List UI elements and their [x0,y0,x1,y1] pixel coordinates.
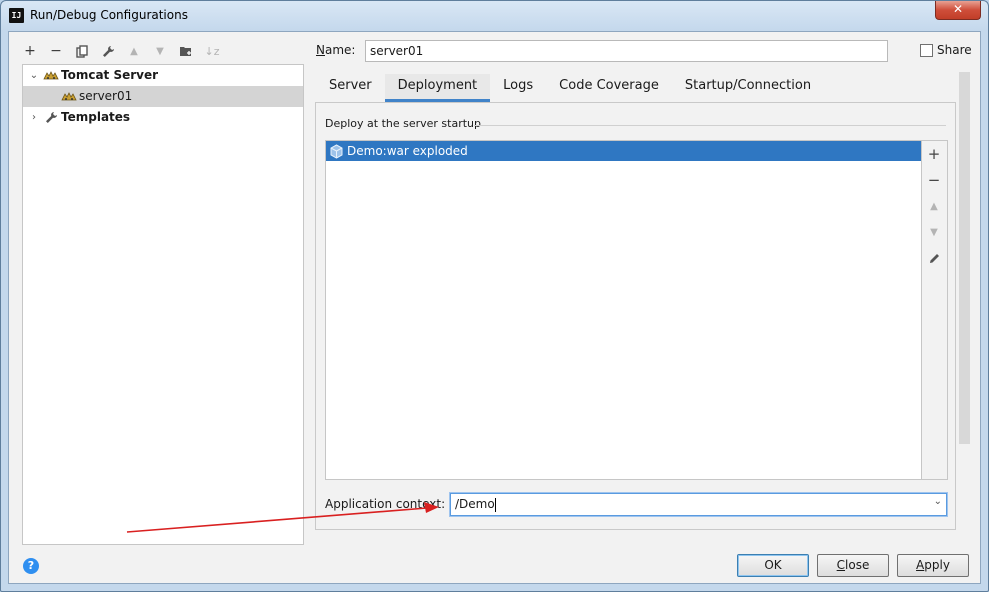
tree-item-label: server01 [79,89,133,103]
artifact-label: Demo:war exploded [347,144,468,158]
move-down-button[interactable]: ▼ [149,40,171,62]
chevron-down-icon[interactable]: ⌄ [25,65,43,86]
config-tree: ⌄ Tomcat Server server01 › Templates [22,64,304,545]
group-divider [474,125,946,126]
triangle-down-icon: ▼ [930,226,938,238]
wrench-icon [43,110,59,126]
dialog-client-area: + − ▲ ▼ ↓z ⌄ Tomcat Server server01 › Te… [8,31,981,584]
app-context-value: /Demo [455,497,495,511]
sort-button[interactable]: ↓z [201,40,223,62]
deployment-panel: Deploy at the server startup Demo:war ex… [315,102,956,530]
tab-server[interactable]: Server [316,74,385,102]
move-up-button[interactable]: ▲ [123,40,145,62]
tab-deployment[interactable]: Deployment [384,74,491,102]
triangle-down-icon: ▼ [156,45,164,57]
tree-item-server01[interactable]: server01 [23,86,303,107]
tab-logs[interactable]: Logs [490,74,546,102]
window-close-button[interactable]: ✕ [935,1,981,20]
remove-button[interactable]: − [45,40,67,62]
share-checkbox[interactable]: Share [920,43,972,57]
folder-add-icon [180,47,191,56]
copy-icon [76,44,88,58]
app-context-label: Application context: [325,497,446,511]
triangle-up-icon: ▲ [930,200,938,212]
triangle-up-icon: ▲ [130,45,138,57]
dialog-window: IJ Run/Debug Configurations ✕ + − ▲ ▼ ↓z… [0,0,989,592]
share-label: Share [937,43,972,57]
app-context-combobox[interactable]: /Demo ⌄ [450,493,947,516]
tab-startup-connection[interactable]: Startup/Connection [672,74,824,102]
chevron-down-icon[interactable]: ⌄ [934,496,942,507]
name-field[interactable]: server01 [365,40,888,62]
plus-icon: + [927,145,941,163]
title-bar[interactable]: IJ Run/Debug Configurations ✕ [1,1,988,31]
artifact-list[interactable]: Demo:war exploded [325,140,922,480]
remove-artifact-button[interactable]: − [922,167,946,193]
text-caret [494,497,496,512]
move-artifact-up-button[interactable]: ▲ [922,193,946,219]
vertical-scrollbar[interactable] [959,72,970,444]
help-icon[interactable]: ? [23,558,39,574]
config-toolbar: + − ▲ ▼ ↓z [19,40,223,62]
window-title: Run/Debug Configurations [30,8,188,22]
tree-group-label: Tomcat Server [61,68,159,82]
copy-button[interactable] [71,40,93,62]
edit-artifact-button[interactable] [922,245,946,271]
minus-icon: − [50,43,62,59]
plus-icon: + [24,43,36,59]
checkbox-icon[interactable] [920,43,933,57]
group-title: Deploy at the server startup [325,117,482,130]
tree-group-tomcat[interactable]: ⌄ Tomcat Server [23,65,303,86]
name-label: Name: [316,43,356,57]
chevron-right-icon[interactable]: › [25,107,43,128]
ok-button[interactable]: OK [737,554,809,577]
pencil-icon [929,253,939,263]
tomcat-icon [43,68,59,84]
intellij-app-icon: IJ [9,8,24,23]
list-item[interactable]: Demo:war exploded [326,141,921,161]
apply-button[interactable]: Apply [897,554,969,577]
minus-icon: − [927,171,941,189]
tree-group-templates[interactable]: › Templates [23,107,303,128]
close-button[interactable]: Close [817,554,889,577]
sort-alpha-icon: ↓z [204,44,220,58]
wrench-icon [102,45,114,57]
add-artifact-button[interactable]: + [922,141,946,167]
list-toolbar: + − ▲ ▼ [922,140,948,480]
tab-strip: Server Deployment Logs Code Coverage Sta… [316,74,824,102]
add-button[interactable]: + [19,40,41,62]
artifact-icon [329,144,344,165]
tomcat-icon [61,89,77,105]
tree-templates-label: Templates [61,110,131,124]
new-folder-button[interactable] [175,40,197,62]
tab-code-coverage[interactable]: Code Coverage [546,74,672,102]
move-artifact-down-button[interactable]: ▼ [922,219,946,245]
edit-defaults-button[interactable] [97,40,119,62]
